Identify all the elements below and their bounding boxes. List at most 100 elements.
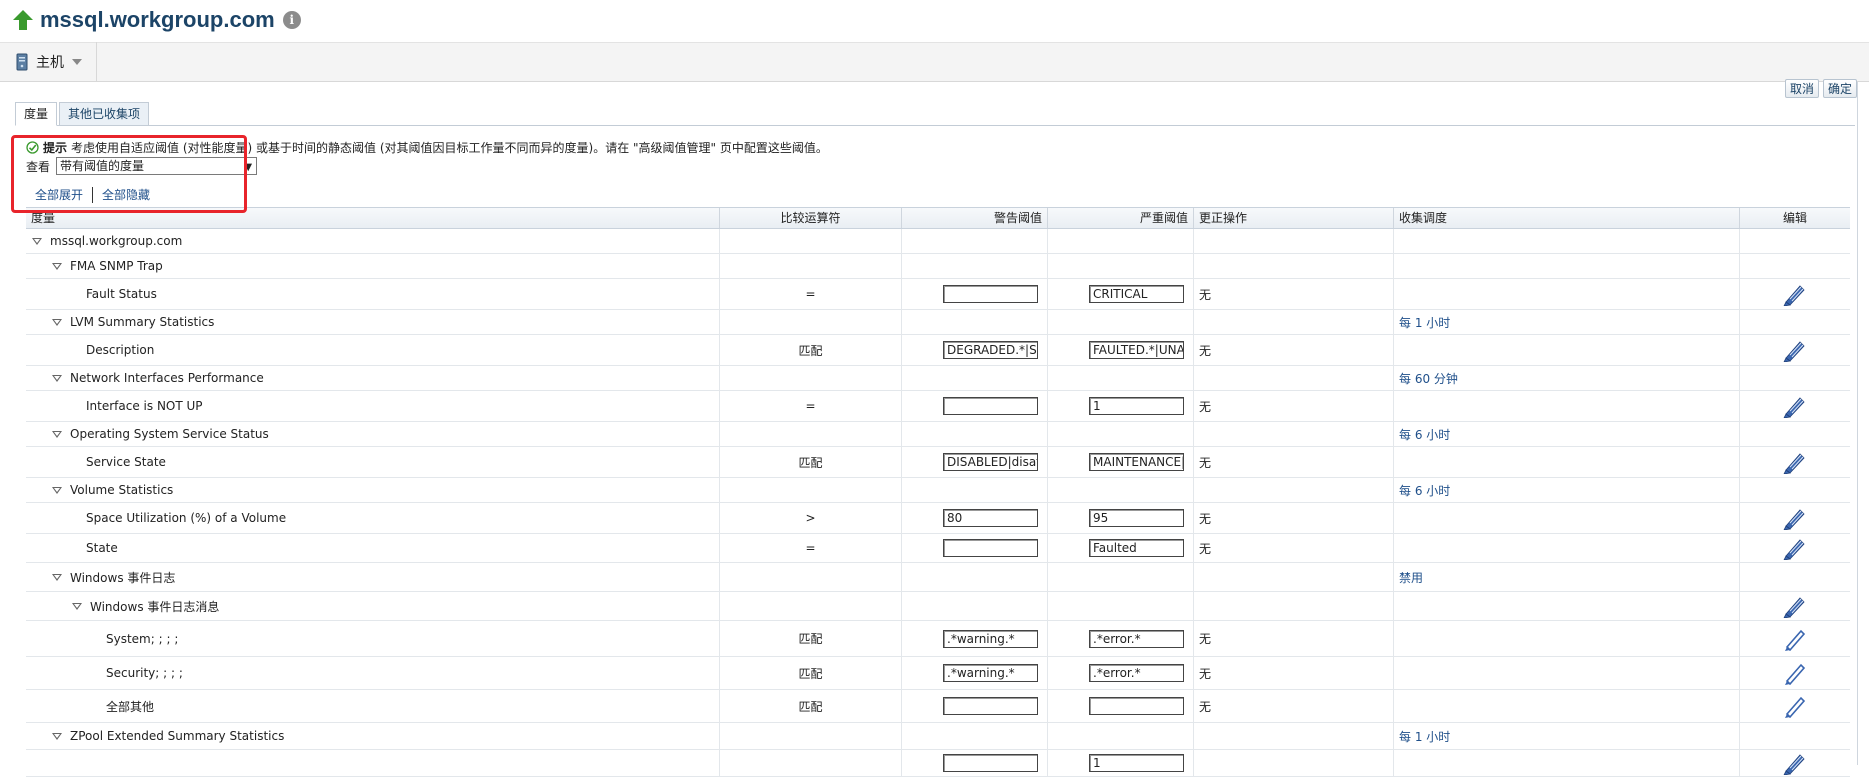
edit-cell — [1740, 366, 1850, 390]
edit-cell — [1740, 391, 1850, 421]
expand-toggle-icon[interactable] — [32, 237, 42, 245]
critical-threshold-input[interactable]: CRITICAL — [1089, 285, 1184, 303]
view-select[interactable]: 带有阈值的度量 ▼ — [56, 157, 258, 175]
critical-threshold-input[interactable]: 95 — [1089, 509, 1184, 527]
column-header-operator[interactable]: 比较运算符 — [720, 208, 902, 228]
column-header-edit: 编辑 — [1782, 211, 1807, 225]
critical-threshold-input[interactable]: MAINTENANCE| — [1089, 453, 1184, 471]
critical-threshold-input[interactable] — [1089, 697, 1184, 715]
warning-threshold-input[interactable]: .*warning.* — [943, 629, 1038, 648]
column-header-warning[interactable]: 警告阈值 — [902, 208, 1048, 228]
operator-value: 匹配 — [798, 455, 823, 470]
edit-pencil-icon[interactable] — [1782, 627, 1808, 651]
tab-metrics[interactable]: 度量 — [15, 102, 58, 126]
expand-all-link[interactable]: 全部展开 — [35, 186, 83, 203]
warning-threshold-input[interactable] — [943, 697, 1038, 715]
expand-toggle-icon[interactable] — [52, 374, 62, 382]
collection-schedule-cell: 每 60 分钟 — [1394, 366, 1740, 390]
collection-schedule-cell — [1394, 447, 1740, 477]
corrective-action-cell: 无 — [1194, 621, 1394, 656]
expand-toggle-icon[interactable] — [52, 486, 62, 494]
edit-pencil-icon[interactable] — [1782, 661, 1808, 686]
operator-value: = — [805, 287, 816, 301]
warning-threshold-input[interactable] — [943, 397, 1038, 415]
collection-schedule-link[interactable]: 每 6 小时 — [1399, 426, 1450, 443]
metric-name: ZPool Extended Summary Statistics — [70, 729, 285, 743]
edit-multiple-thresholds-icon[interactable] — [1782, 506, 1808, 531]
table-row: 1 — [26, 750, 1850, 777]
expand-toggle-icon[interactable] — [72, 602, 82, 610]
column-header-metric[interactable]: 度量 — [26, 208, 720, 228]
edit-multiple-thresholds-icon[interactable] — [1782, 751, 1808, 776]
warning-threshold-cell — [902, 563, 1048, 591]
corrective-action-cell — [1194, 723, 1394, 749]
expand-toggle-icon[interactable] — [52, 430, 62, 438]
hint-label: 提示 — [43, 141, 68, 155]
cancel-button[interactable]: 取消 — [1784, 79, 1819, 98]
collection-schedule-link[interactable]: 每 6 小时 — [1399, 482, 1450, 499]
warning-threshold-input[interactable]: DEGRADED.*|SU — [943, 341, 1038, 359]
collection-schedule-link[interactable]: 每 1 小时 — [1399, 728, 1450, 745]
collection-schedule-link[interactable]: 每 1 小时 — [1399, 314, 1450, 331]
metric-cell: Description — [26, 335, 720, 365]
operator-cell — [720, 478, 902, 502]
corrective-action-value: 无 — [1199, 541, 1212, 556]
tip-check-icon — [26, 141, 39, 154]
warning-threshold-input[interactable]: 80 — [943, 509, 1038, 527]
tab-other-collected-items[interactable]: 其他已收集项 — [59, 102, 150, 126]
edit-multiple-thresholds-icon[interactable] — [1782, 338, 1808, 363]
collection-schedule-link[interactable]: 禁用 — [1399, 569, 1423, 586]
info-icon[interactable]: i — [282, 11, 301, 29]
metric-cell: Service State — [26, 447, 720, 477]
critical-threshold-input[interactable]: .*error.* — [1089, 629, 1184, 648]
edit-multiple-thresholds-icon[interactable] — [1782, 450, 1808, 475]
warning-threshold-input[interactable] — [943, 539, 1038, 557]
edit-cell — [1740, 254, 1850, 278]
edit-pencil-icon[interactable] — [1782, 694, 1808, 719]
operator-cell: 匹配 — [720, 690, 902, 722]
warning-threshold-input[interactable]: .*warning.* — [943, 664, 1038, 682]
collection-schedule-cell: 每 6 小时 — [1394, 422, 1740, 446]
expand-toggle-icon[interactable] — [52, 573, 62, 581]
edit-cell — [1740, 563, 1850, 591]
critical-threshold-input[interactable]: FAULTED.*|UNA — [1089, 341, 1184, 359]
ok-button[interactable]: 确定 — [1822, 79, 1857, 98]
operator-value: 匹配 — [798, 343, 823, 358]
edit-multiple-thresholds-icon[interactable] — [1782, 594, 1808, 619]
edit-multiple-thresholds-icon[interactable] — [1782, 394, 1808, 419]
critical-threshold-cell: FAULTED.*|UNA — [1048, 335, 1194, 365]
critical-threshold-input[interactable]: 1 — [1089, 397, 1184, 415]
collection-schedule-link[interactable]: 每 60 分钟 — [1399, 370, 1458, 387]
host-menu[interactable]: 主机 — [0, 42, 97, 82]
edit-multiple-thresholds-icon[interactable] — [1782, 282, 1808, 307]
critical-threshold-input[interactable]: Faulted — [1089, 539, 1184, 557]
warning-threshold-cell: 80 — [902, 503, 1048, 533]
warning-threshold-cell — [902, 279, 1048, 309]
collapse-all-link[interactable]: 全部隐藏 — [102, 186, 150, 203]
corrective-action-cell — [1194, 310, 1394, 334]
edit-cell — [1740, 723, 1850, 749]
expand-toggle-icon[interactable] — [52, 732, 62, 740]
column-header-schedule[interactable]: 收集调度 — [1394, 208, 1740, 228]
metric-name: System; ; ; ; — [106, 631, 179, 646]
warning-threshold-cell: DISABLED|disat — [902, 447, 1048, 477]
corrective-action-cell — [1194, 254, 1394, 278]
critical-threshold-input[interactable]: 1 — [1089, 754, 1184, 772]
warning-threshold-input[interactable] — [943, 754, 1038, 772]
critical-threshold-cell — [1048, 422, 1194, 446]
metric-cell: Security; ; ; ; — [26, 657, 720, 689]
corrective-action-cell — [1194, 750, 1394, 776]
warning-threshold-input[interactable]: DISABLED|disat — [943, 453, 1038, 471]
expand-toggle-icon[interactable] — [52, 262, 62, 270]
critical-threshold-input[interactable]: .*error.* — [1089, 664, 1184, 682]
warning-threshold-cell: .*warning.* — [902, 657, 1048, 689]
critical-threshold-cell — [1048, 723, 1194, 749]
column-header-critical[interactable]: 严重阈值 — [1048, 208, 1194, 228]
edit-multiple-thresholds-icon[interactable] — [1782, 536, 1808, 561]
warning-threshold-input[interactable] — [943, 285, 1038, 303]
column-header-action[interactable]: 更正操作 — [1194, 208, 1394, 228]
critical-threshold-cell — [1048, 478, 1194, 502]
collection-schedule-cell — [1394, 279, 1740, 309]
metric-name: Network Interfaces Performance — [70, 371, 264, 385]
expand-toggle-icon[interactable] — [52, 318, 62, 326]
